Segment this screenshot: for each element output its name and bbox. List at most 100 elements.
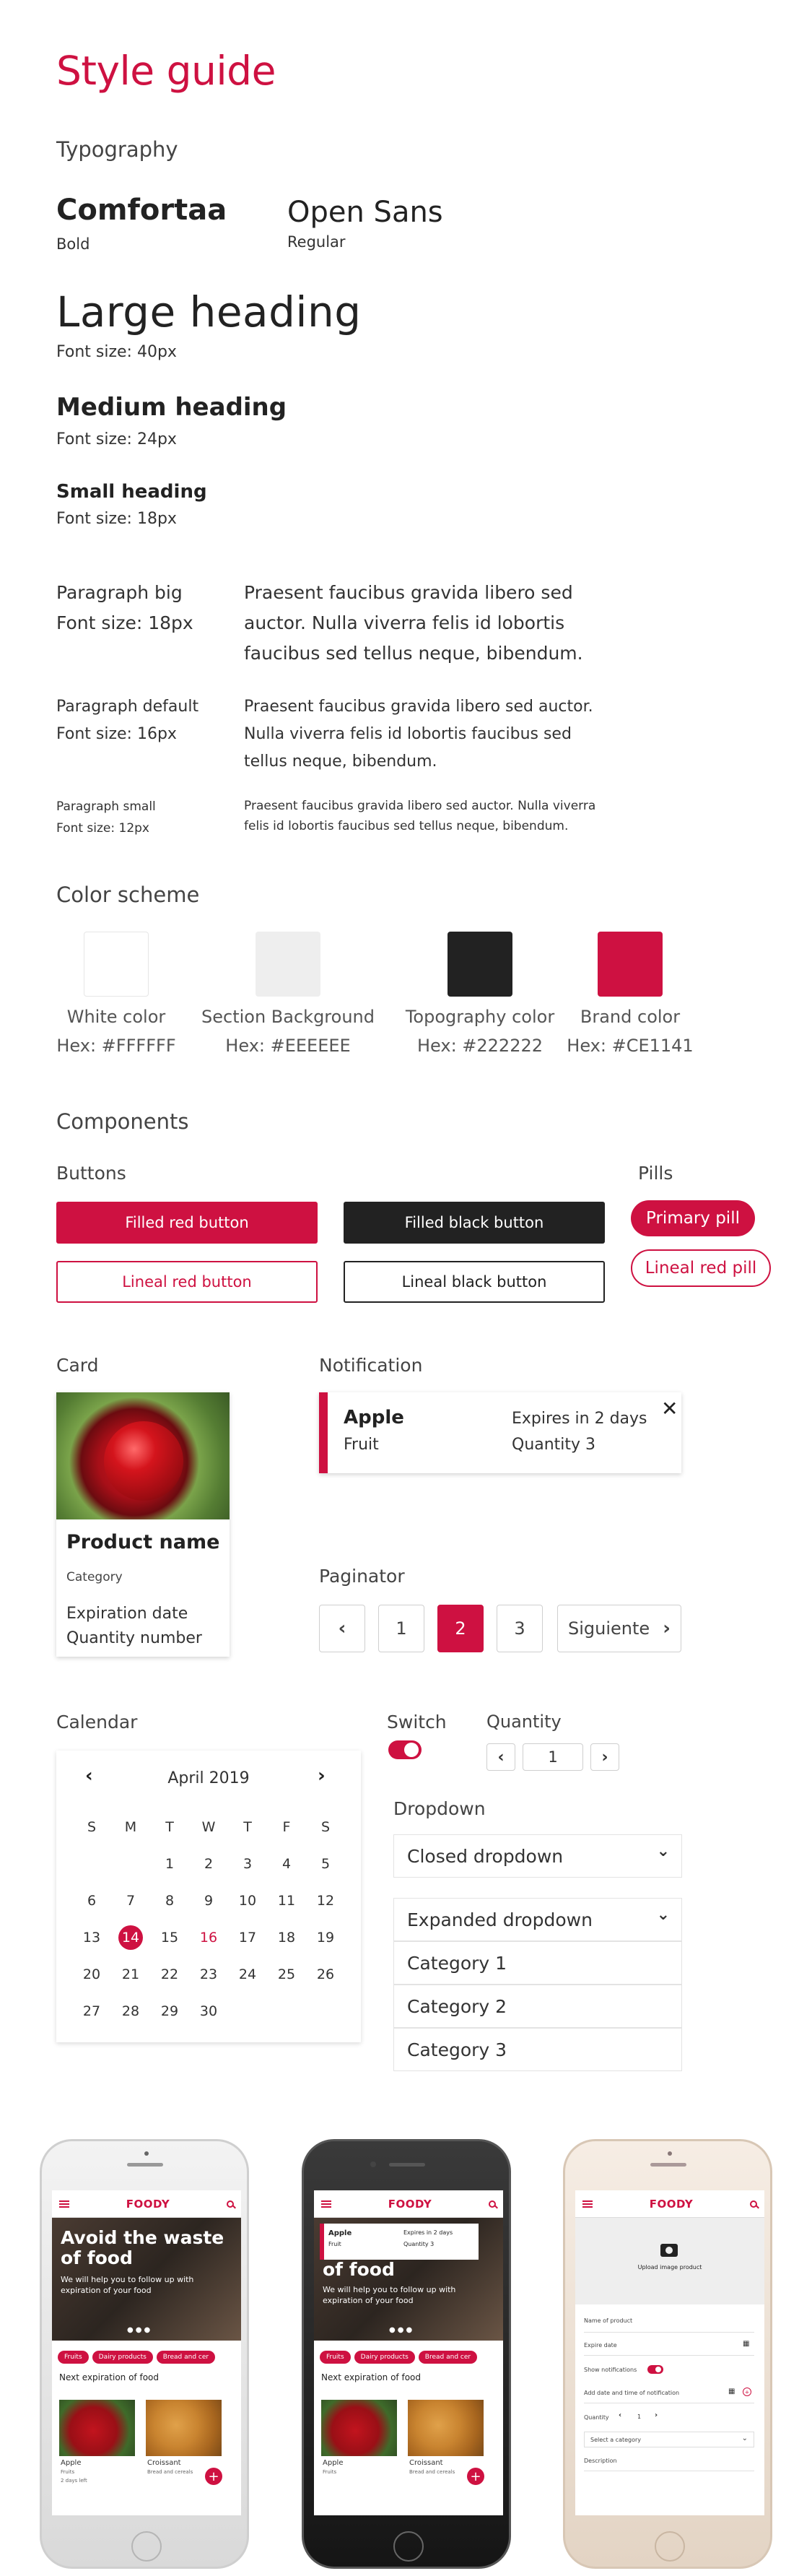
calendar-day[interactable]: 1 (150, 1845, 189, 1882)
expanded-dropdown[interactable]: Expanded dropdown ⌄ (393, 1898, 682, 1941)
calendar-day[interactable]: 21 (111, 1956, 150, 1992)
calendar-day[interactable]: 19 (306, 1919, 345, 1956)
calendar-day[interactable]: 28 (111, 1992, 150, 2029)
calendar-day[interactable]: 9 (189, 1882, 228, 1919)
dropdown-option-2[interactable]: Category 2 (393, 1985, 682, 2028)
add-icon[interactable]: + (467, 2468, 484, 2485)
form-category-select[interactable]: Select a category ⌄ (584, 2432, 754, 2447)
pill-dairy[interactable]: Dairy products (354, 2351, 415, 2364)
calendar-day[interactable]: 22 (150, 1956, 189, 1992)
calendar-day[interactable]: 15 (150, 1919, 189, 1956)
toast-title: Apple (328, 2229, 352, 2237)
calendar-day[interactable]: 23 (189, 1956, 228, 1992)
lineal-black-button[interactable]: Lineal black button (344, 1261, 605, 1303)
calendar-day[interactable]: 30 (189, 1992, 228, 2029)
add-notification-icon[interactable]: + (743, 2388, 751, 2396)
phone-camera (370, 2161, 376, 2167)
hero-title: Avoid the waste of food (61, 2227, 224, 2268)
next-page-button[interactable]: Siguiente › (557, 1605, 681, 1652)
calendar-day[interactable]: 25 (267, 1956, 306, 1992)
notification-switch[interactable] (388, 1740, 422, 1759)
chevron-left-icon[interactable]: ‹ (619, 2411, 621, 2419)
card-expiration: Expiration date (66, 1605, 188, 1623)
menu-icon[interactable] (59, 2200, 69, 2208)
calendar-days: 1 2 3 4 5 6 7 8 9 10 11 12 13 14 15 16 17 18 19 20 21 22 23 24 2… (72, 1845, 345, 2029)
upload-area[interactable]: Upload image product (575, 2218, 764, 2304)
closed-dropdown[interactable]: Closed dropdown ⌄ (393, 1834, 682, 1878)
small-heading: Small heading (56, 481, 207, 503)
calendar-day[interactable]: 12 (306, 1882, 345, 1919)
calendar-icon[interactable]: ▦ (743, 2340, 749, 2348)
calendar-day[interactable]: 2 (189, 1845, 228, 1882)
dropdown-option-1[interactable]: Category 1 (393, 1941, 682, 1985)
dropdown-option-3[interactable]: Category 3 (393, 2028, 682, 2071)
menu-icon[interactable] (321, 2200, 331, 2208)
chevron-right-icon[interactable]: › (655, 2411, 658, 2419)
weekday-label: T (165, 1818, 174, 1835)
search-icon[interactable] (749, 2200, 757, 2208)
next-page-label: Siguiente (568, 1618, 650, 1639)
calendar-day[interactable]: 6 (72, 1882, 111, 1919)
calendar-day[interactable]: 3 (228, 1845, 267, 1882)
swatch-white-name: White color (66, 1007, 166, 1027)
filled-black-button[interactable]: Filled black button (344, 1202, 605, 1244)
calendar-day[interactable]: 10 (228, 1882, 267, 1919)
para-default-sample: Praesent faucibus gravida libero sed auc… (244, 698, 593, 771)
pill-bread[interactable]: Bread and cer (418, 2351, 478, 2364)
item2-name: Croissant (409, 2459, 443, 2467)
calendar-day[interactable]: 24 (228, 1956, 267, 1992)
pill-bread[interactable]: Bread and cer (156, 2351, 216, 2364)
close-icon[interactable]: ✕ (661, 1397, 678, 1421)
calendar-day[interactable]: 8 (150, 1882, 189, 1919)
page-2-active[interactable]: 2 (437, 1605, 484, 1652)
pill-fruits[interactable]: Fruits (320, 2351, 351, 2364)
calendar-day[interactable]: 18 (267, 1919, 306, 1956)
quantity-increase-button[interactable]: › (590, 1743, 619, 1771)
lineal-red-button[interactable]: Lineal red button (56, 1261, 318, 1303)
toast-notification[interactable]: Apple Fruit Expires in 2 days Quantity 3 (320, 2224, 479, 2260)
form-switch[interactable] (647, 2365, 663, 2374)
chevron-right-icon: › (663, 1618, 671, 1639)
calendar-day[interactable]: 11 (267, 1882, 306, 1919)
search-icon[interactable] (488, 2200, 496, 2208)
form-divider (584, 2355, 754, 2356)
app-logo: FOODY (126, 2197, 170, 2211)
pill-dairy[interactable]: Dairy products (92, 2351, 153, 2364)
calendar-day[interactable]: 16 (189, 1919, 228, 1956)
page-1[interactable]: 1 (378, 1605, 424, 1652)
calendar-day[interactable]: 27 (72, 1992, 111, 2029)
calendar-day[interactable]: 17 (228, 1919, 267, 1956)
phone-speaker (650, 2163, 686, 2167)
calendar-day[interactable]: 14 (111, 1919, 150, 1956)
filled-red-button[interactable]: Filled red button (56, 1202, 318, 1244)
calendar-day[interactable]: 20 (72, 1956, 111, 1992)
form-notif-label: Add date and time of notification (584, 2390, 680, 2396)
prev-page-button[interactable]: ‹ (319, 1605, 365, 1652)
add-icon[interactable]: + (205, 2468, 222, 2485)
next-expiration-heading: Next expiration of food (59, 2372, 159, 2382)
home-button (393, 2531, 424, 2562)
product-card[interactable]: Product name Category Expiration date Qu… (56, 1392, 230, 1657)
calendar-day[interactable]: 5 (306, 1845, 345, 1882)
quantity-decrease-button[interactable]: ‹ (486, 1743, 515, 1771)
item2-category: Bread and cereals (409, 2469, 455, 2475)
calendar-day[interactable]: 7 (111, 1882, 150, 1919)
swatch-white-hex: Hex: #FFFFFF (56, 1036, 176, 1056)
calendar-next-icon[interactable]: › (318, 1765, 326, 1787)
calendar-icon[interactable]: ▦ (728, 2388, 735, 2395)
notification-card[interactable]: Apple Fruit Expires in 2 days Quantity 3… (319, 1392, 681, 1473)
pill-fruits[interactable]: Fruits (58, 2351, 89, 2364)
calendar-day[interactable]: 26 (306, 1956, 345, 1992)
menu-icon[interactable] (582, 2200, 593, 2208)
swatch-section-name: Section Background (201, 1007, 375, 1027)
page-3[interactable]: 3 (497, 1605, 543, 1652)
calendar-day[interactable]: 29 (150, 1992, 189, 2029)
notification-title: Apple (344, 1407, 404, 1428)
primary-pill[interactable]: Primary pill (631, 1200, 755, 1236)
calendar-day[interactable]: 4 (267, 1845, 306, 1882)
lineal-red-pill[interactable]: Lineal red pill (631, 1249, 771, 1287)
quantity-input[interactable]: 1 (523, 1743, 583, 1771)
calendar-day[interactable]: 13 (72, 1919, 111, 1956)
search-icon[interactable] (226, 2200, 234, 2208)
form-name-label: Name of product (584, 2317, 633, 2324)
